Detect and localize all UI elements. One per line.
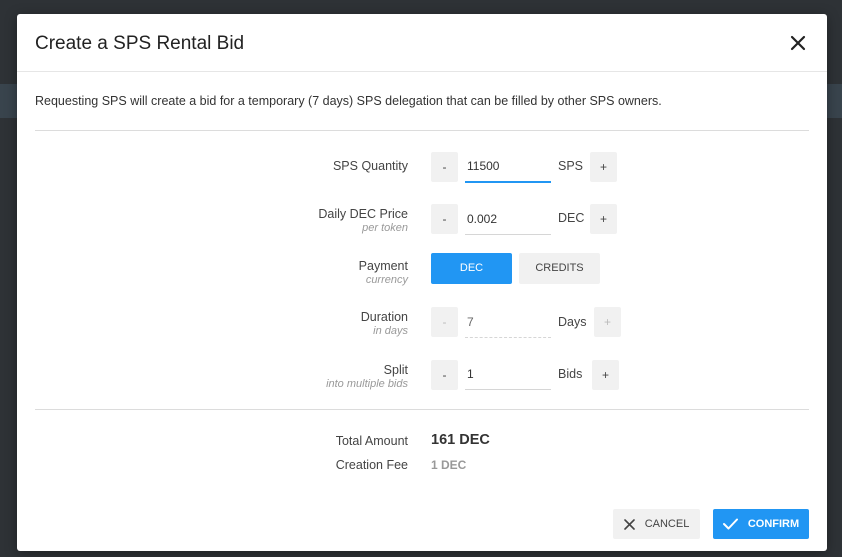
close-icon [790, 35, 806, 51]
duration-sublabel: in days [373, 325, 408, 337]
x-icon [623, 518, 635, 530]
split-label-text: Split [383, 363, 408, 377]
price-unit: DEC [558, 211, 585, 225]
split-input[interactable] [465, 358, 551, 390]
price-input[interactable] [465, 203, 551, 235]
duration-unit: Days [558, 315, 587, 329]
split-unit: Bids [558, 367, 583, 381]
duration-label: Duration in days [361, 310, 408, 337]
price-label-text: Daily DEC Price [318, 207, 408, 221]
quantity-label: SPS Quantity [333, 159, 408, 173]
price-decrement-button[interactable]: - [431, 204, 458, 234]
split-decrement-button[interactable]: - [431, 360, 458, 390]
modal-description: Requesting SPS will create a bid for a t… [35, 94, 662, 108]
quantity-label-text: SPS Quantity [332, 159, 408, 173]
quantity-input[interactable] [465, 151, 551, 183]
creation-fee-value: 1 DEC [431, 458, 467, 472]
quantity-decrement-button[interactable]: - [431, 152, 458, 182]
total-amount-value: 161 DEC [431, 432, 490, 448]
payment-sublabel: currency [365, 274, 408, 286]
modal-header: Create a SPS Rental Bid [17, 14, 827, 72]
payment-label-text: Payment [358, 259, 408, 273]
divider-top [35, 130, 809, 131]
split-increment-button[interactable]: + [592, 360, 619, 390]
creation-fee-label: Creation Fee [335, 458, 408, 472]
cancel-button-label: CANCEL [644, 518, 690, 530]
confirm-button[interactable]: CONFIRM [713, 509, 809, 539]
price-sublabel: per token [362, 222, 408, 234]
payment-dec-button[interactable]: DEC [431, 253, 512, 284]
split-sublabel: into multiple bids [326, 378, 408, 390]
rental-bid-modal: Create a SPS Rental Bid Requesting SPS w… [17, 14, 827, 551]
price-increment-button[interactable]: + [590, 204, 617, 234]
duration-decrement-button[interactable]: - [431, 307, 458, 337]
divider-middle [35, 409, 809, 410]
duration-label-text: Duration [360, 310, 408, 324]
price-label: Daily DEC Price per token [318, 207, 408, 234]
cancel-button[interactable]: CANCEL [613, 509, 700, 539]
payment-label: Payment currency [359, 259, 408, 286]
total-amount-label: Total Amount [335, 434, 408, 448]
split-label: Split into multiple bids [326, 363, 408, 390]
checkmark-icon [722, 518, 738, 530]
quantity-increment-button[interactable]: + [590, 152, 617, 182]
quantity-unit: SPS [558, 159, 584, 173]
payment-credits-button[interactable]: CREDITS [519, 253, 600, 284]
duration-increment-button[interactable]: + [594, 307, 621, 337]
confirm-button-label: CONFIRM [747, 518, 800, 530]
close-button[interactable] [787, 32, 809, 54]
modal-title: Create a SPS Rental Bid [35, 33, 245, 54]
duration-input[interactable] [465, 306, 551, 338]
